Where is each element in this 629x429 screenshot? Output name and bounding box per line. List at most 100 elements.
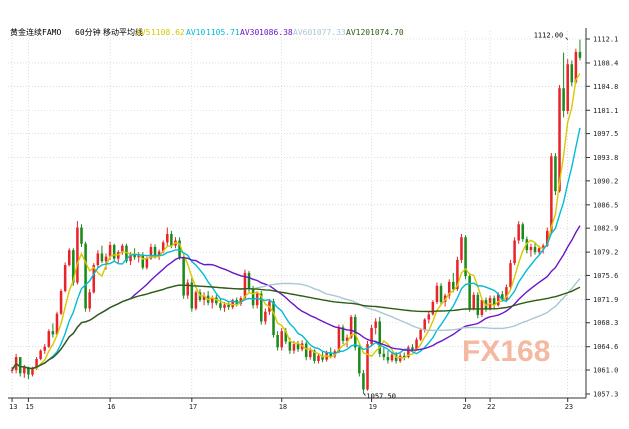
x-tick-label: 23 bbox=[565, 403, 573, 411]
candle-body bbox=[18, 357, 22, 374]
candle-body bbox=[537, 248, 541, 253]
candle-body bbox=[509, 263, 512, 288]
candle-body bbox=[386, 357, 390, 361]
candle-body bbox=[186, 282, 189, 296]
candle-body bbox=[566, 64, 569, 111]
moving-averages bbox=[11, 73, 581, 371]
candle-body bbox=[550, 156, 553, 231]
candle-body bbox=[358, 347, 361, 374]
ma30-label: AV30 bbox=[240, 28, 259, 37]
y-tick-label: 1112.1 bbox=[593, 36, 618, 44]
candle-body bbox=[317, 355, 320, 361]
ma5-label: AV5 bbox=[136, 28, 151, 37]
symbol-name: 黄金连续FAMO bbox=[10, 27, 61, 37]
ma60-value: 1077.33 bbox=[312, 28, 346, 37]
candle-body bbox=[419, 329, 422, 340]
x-tick-label: 18 bbox=[279, 403, 287, 411]
candle-body bbox=[166, 233, 169, 243]
candle-body bbox=[480, 300, 484, 315]
candle-body bbox=[390, 354, 394, 361]
candle-body bbox=[309, 350, 312, 358]
candle-body bbox=[247, 272, 251, 290]
candle-body bbox=[39, 350, 42, 360]
ma30-value: 1086.38 bbox=[259, 28, 293, 37]
candle-body bbox=[374, 321, 377, 328]
annotation-label: 1112.00 bbox=[534, 32, 564, 40]
y-axis-ticks: 1112.1 1108.4 1104.8 1101.1 1097.5 1093.8 1090… bbox=[586, 36, 618, 399]
candle-body bbox=[423, 319, 426, 330]
candle-body bbox=[366, 344, 369, 390]
y-tick-label: 1093.8 bbox=[593, 154, 618, 162]
candle-body bbox=[96, 253, 100, 266]
candle-body bbox=[272, 301, 275, 336]
x-tick-label: 19 bbox=[369, 403, 377, 411]
candle-body bbox=[10, 370, 14, 372]
candle-body bbox=[280, 331, 283, 348]
candle-body bbox=[31, 368, 34, 375]
candle-body bbox=[529, 246, 533, 251]
candle-body bbox=[47, 331, 51, 347]
ma10-label: AV10 bbox=[186, 28, 205, 37]
candle-body bbox=[513, 240, 516, 264]
candle-body bbox=[362, 373, 365, 390]
candle-body bbox=[304, 343, 308, 358]
candle-body bbox=[63, 265, 67, 291]
candle-body bbox=[517, 224, 520, 241]
x-axis-ticks: 13 15 16 17 18 19 20 22 23 bbox=[9, 398, 573, 411]
y-tick-label: 1108.4 bbox=[593, 59, 618, 67]
candle-body bbox=[141, 254, 145, 268]
candle-body bbox=[476, 294, 480, 315]
candle-body bbox=[296, 344, 300, 350]
candle-body bbox=[411, 347, 414, 350]
candle-body bbox=[76, 227, 79, 283]
candle-body bbox=[80, 227, 83, 244]
candle-body bbox=[194, 292, 198, 309]
y-tick-label: 1061.0 bbox=[593, 367, 618, 375]
candle-body bbox=[427, 314, 431, 320]
candle-body bbox=[562, 88, 565, 111]
y-tick-label: 1082.9 bbox=[593, 225, 618, 233]
ma120-value: 1074.70 bbox=[370, 28, 404, 37]
candle-body bbox=[227, 304, 230, 308]
candle-body bbox=[472, 294, 475, 309]
candle-body bbox=[533, 246, 537, 253]
y-tick-label: 1071.9 bbox=[593, 296, 618, 304]
candle-body bbox=[264, 311, 267, 322]
x-tick-label: 17 bbox=[189, 403, 197, 411]
period-label: 60分钟 bbox=[75, 27, 101, 37]
candle-body bbox=[104, 256, 108, 262]
x-tick-label: 15 bbox=[25, 403, 33, 411]
candle-body bbox=[431, 302, 435, 315]
y-tick-label: 1068.3 bbox=[593, 319, 618, 327]
x-tick-label: 13 bbox=[9, 403, 17, 411]
candle-body bbox=[288, 341, 292, 351]
candle-body bbox=[67, 250, 71, 266]
x-tick-label: 20 bbox=[463, 403, 471, 411]
candle-body bbox=[521, 224, 525, 240]
fx168-watermark: FX168 bbox=[462, 335, 550, 368]
candle-body bbox=[43, 346, 46, 351]
y-tick-label: 1090.2 bbox=[593, 177, 618, 185]
candle-body bbox=[452, 281, 455, 290]
candle-body bbox=[51, 331, 55, 335]
ma10-value: 1105.71 bbox=[206, 28, 240, 37]
chart-window: 黄金连续FAMO 60分钟 移动平均线 AV5 1108.62 AV10 110… bbox=[0, 0, 629, 429]
candle-body bbox=[251, 289, 255, 306]
candle-body bbox=[182, 257, 185, 296]
candle-body bbox=[292, 344, 296, 351]
y-tick-label: 1086.5 bbox=[593, 201, 618, 209]
candle-body bbox=[276, 335, 279, 348]
candle-body bbox=[460, 237, 463, 260]
y-tick-label: 1057.3 bbox=[593, 391, 618, 399]
candle-body bbox=[170, 233, 173, 246]
candle-body bbox=[84, 243, 87, 309]
candle-body bbox=[145, 258, 149, 268]
candle-body bbox=[435, 285, 439, 303]
y-tick-label: 1079.2 bbox=[593, 249, 618, 257]
candle-body bbox=[439, 285, 443, 303]
candle-body bbox=[370, 327, 373, 345]
candle-body bbox=[88, 292, 91, 309]
y-tick-label: 1097.5 bbox=[593, 130, 618, 138]
candle-body bbox=[178, 240, 181, 258]
title-bar: 黄金连续FAMO 60分钟 移动平均线 AV5 1108.62 AV10 110… bbox=[10, 27, 404, 37]
